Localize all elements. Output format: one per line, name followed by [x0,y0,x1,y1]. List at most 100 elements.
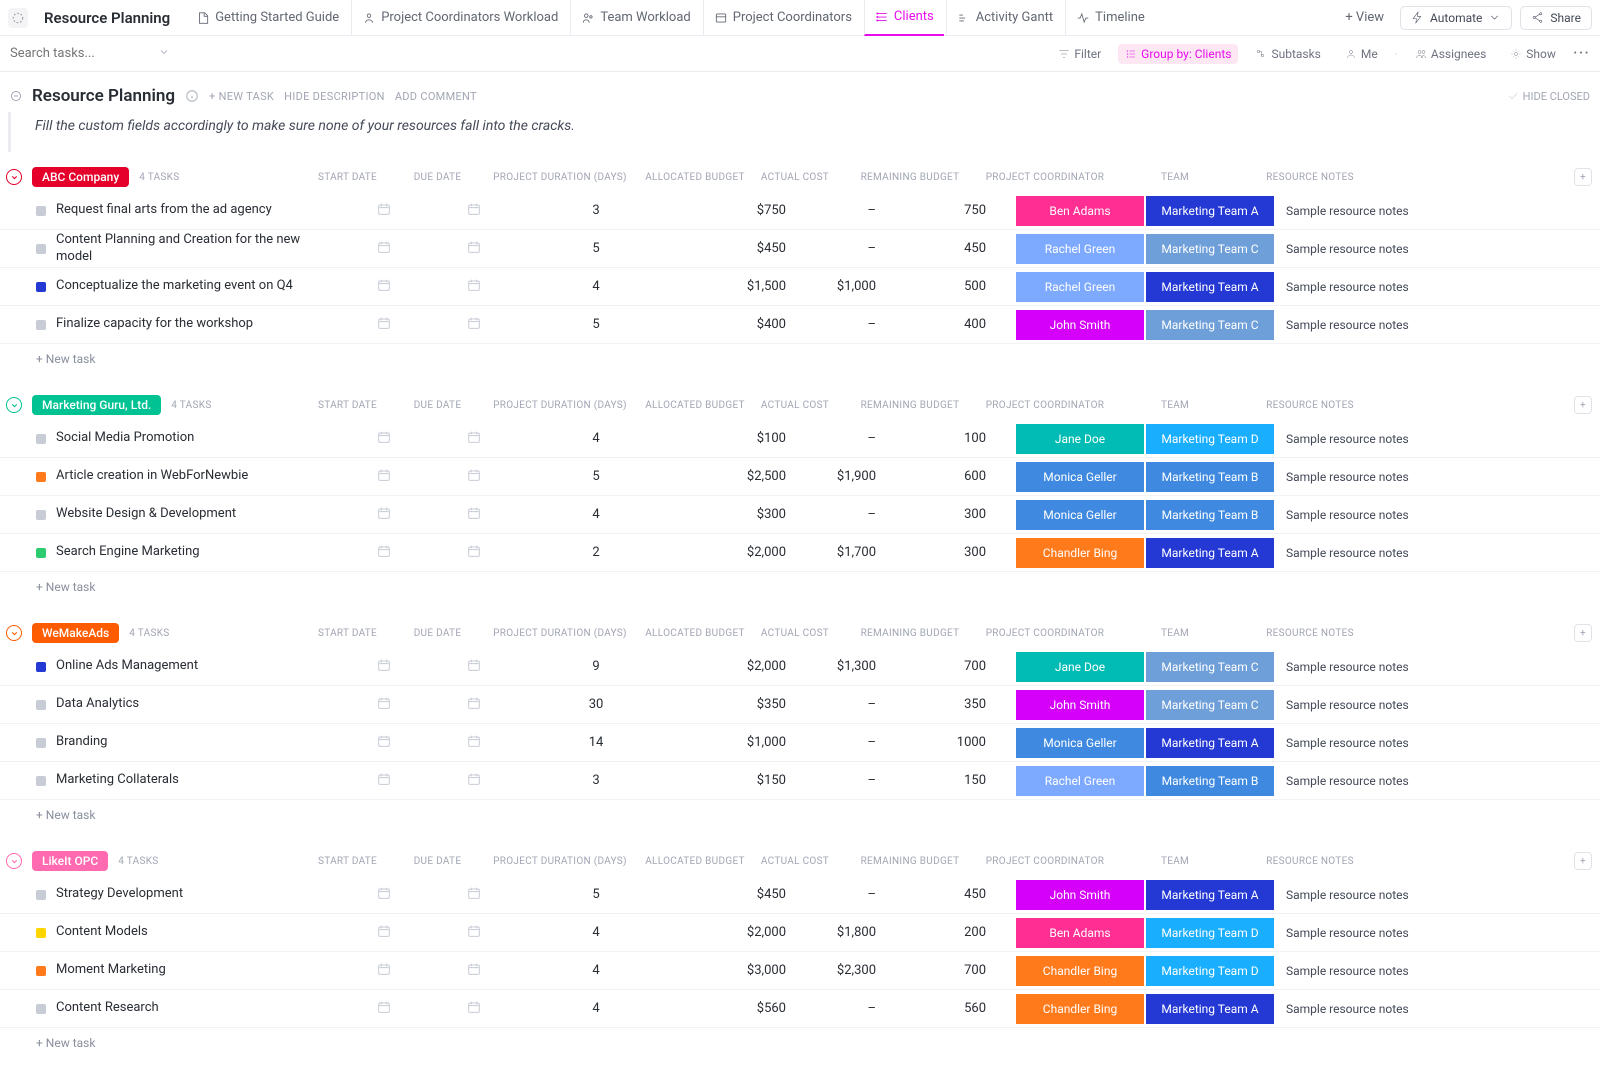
budget-cell[interactable]: $2,500 [676,469,786,484]
duration-cell[interactable]: 4 [516,431,676,446]
budget-cell[interactable]: $3,000 [676,963,786,978]
coordinator-badge[interactable]: Rachel Green [1016,766,1144,796]
coordinator-badge[interactable]: Monica Geller [1016,500,1144,530]
duration-cell[interactable]: 5 [516,241,676,256]
task-name[interactable]: Search Engine Marketing [56,544,336,561]
notes-cell[interactable]: Sample resource notes [1276,432,1446,446]
due-date-cell[interactable] [431,657,516,677]
task-row[interactable]: Moment Marketing4$3,000$2,300700Chandler… [0,952,1600,990]
start-date-cell[interactable] [336,277,431,297]
budget-cell[interactable]: $150 [676,773,786,788]
duration-cell[interactable]: 4 [516,963,676,978]
group-toggle[interactable] [6,397,22,413]
coordinator-badge[interactable]: Rachel Green [1016,272,1144,302]
due-date-cell[interactable] [431,923,516,943]
team-badge[interactable]: Marketing Team A [1146,272,1274,302]
collapse-icon[interactable] [10,90,22,102]
tab-clients[interactable]: Clients [864,0,944,36]
team-badge[interactable]: Marketing Team A [1146,994,1274,1024]
tab-project-coordinators[interactable]: Project Coordinators [703,0,862,36]
notes-cell[interactable]: Sample resource notes [1276,698,1446,712]
task-name[interactable]: Finalize capacity for the workshop [56,316,336,333]
team-badge[interactable]: Marketing Team D [1146,424,1274,454]
status-icon[interactable] [36,472,46,482]
start-date-cell[interactable] [336,543,431,563]
remaining-cell[interactable]: 400 [876,317,1016,332]
task-name[interactable]: Online Ads Management [56,658,336,675]
cost-cell[interactable]: – [786,507,876,522]
group-name[interactable]: WeMakeAds [32,623,119,643]
remaining-cell[interactable]: 1000 [876,735,1016,750]
remaining-cell[interactable]: 600 [876,469,1016,484]
budget-cell[interactable]: $2,000 [676,545,786,560]
remaining-cell[interactable]: 700 [876,963,1016,978]
group-toggle[interactable] [6,169,22,185]
start-date-cell[interactable] [336,695,431,715]
task-row[interactable]: Article creation in WebForNewbie5$2,500$… [0,458,1600,496]
task-row[interactable]: Marketing Collaterals3$150–150Rachel Gre… [0,762,1600,800]
tab-project-coordinators-workload[interactable]: Project Coordinators Workload [351,0,568,36]
notes-cell[interactable]: Sample resource notes [1276,1002,1446,1016]
team-badge[interactable]: Marketing Team B [1146,500,1274,530]
cost-cell[interactable]: – [786,317,876,332]
duration-cell[interactable]: 4 [516,925,676,940]
task-row[interactable]: Online Ads Management9$2,000$1,300700Jan… [0,648,1600,686]
task-row[interactable]: Branding14$1,000–1000Monica GellerMarket… [0,724,1600,762]
notes-cell[interactable]: Sample resource notes [1276,470,1446,484]
team-badge[interactable]: Marketing Team C [1146,234,1274,264]
start-date-cell[interactable] [336,999,431,1019]
start-date-cell[interactable] [336,239,431,259]
coordinator-badge[interactable]: Rachel Green [1016,234,1144,264]
task-name[interactable]: Content Research [56,1000,336,1017]
coordinator-badge[interactable]: Chandler Bing [1016,994,1144,1024]
coordinator-badge[interactable]: Jane Doe [1016,652,1144,682]
cost-cell[interactable]: $1,300 [786,659,876,674]
start-date-cell[interactable] [336,201,431,221]
task-row[interactable]: Finalize capacity for the workshop5$400–… [0,306,1600,344]
budget-cell[interactable]: $100 [676,431,786,446]
team-badge[interactable]: Marketing Team B [1146,462,1274,492]
notes-cell[interactable]: Sample resource notes [1276,204,1446,218]
remaining-cell[interactable]: 150 [876,773,1016,788]
budget-cell[interactable]: $300 [676,507,786,522]
notes-cell[interactable]: Sample resource notes [1276,508,1446,522]
due-date-cell[interactable] [431,505,516,525]
budget-cell[interactable]: $450 [676,241,786,256]
start-date-cell[interactable] [336,885,431,905]
remaining-cell[interactable]: 450 [876,887,1016,902]
notes-cell[interactable]: Sample resource notes [1276,888,1446,902]
duration-cell[interactable]: 4 [516,507,676,522]
status-icon[interactable] [36,320,46,330]
start-date-cell[interactable] [336,429,431,449]
team-badge[interactable]: Marketing Team C [1146,652,1274,682]
duration-cell[interactable]: 5 [516,887,676,902]
team-badge[interactable]: Marketing Team C [1146,690,1274,720]
add-column-button[interactable]: + [1574,624,1592,642]
add-comment-link[interactable]: ADD COMMENT [395,90,477,103]
remaining-cell[interactable]: 350 [876,697,1016,712]
task-row[interactable]: Social Media Promotion4$100–100Jane DoeM… [0,420,1600,458]
due-date-cell[interactable] [431,277,516,297]
notes-cell[interactable]: Sample resource notes [1276,774,1446,788]
remaining-cell[interactable]: 200 [876,925,1016,940]
task-name[interactable]: Content Planning and Creation for the ne… [56,232,336,266]
status-icon[interactable] [36,244,46,254]
hide-closed-button[interactable]: HIDE CLOSED [1507,90,1590,103]
budget-cell[interactable]: $2,000 [676,925,786,940]
notes-cell[interactable]: Sample resource notes [1276,926,1446,940]
due-date-cell[interactable] [431,315,516,335]
me-button[interactable]: Me [1338,44,1385,64]
due-date-cell[interactable] [431,239,516,259]
search-input[interactable] [10,46,150,61]
group-toggle[interactable] [6,625,22,641]
task-row[interactable]: Website Design & Development4$300–300Mon… [0,496,1600,534]
duration-cell[interactable]: 3 [516,203,676,218]
team-badge[interactable]: Marketing Team A [1146,538,1274,568]
start-date-cell[interactable] [336,315,431,335]
team-badge[interactable]: Marketing Team A [1146,880,1274,910]
cost-cell[interactable]: – [786,1001,876,1016]
status-icon[interactable] [36,548,46,558]
coordinator-badge[interactable]: Ben Adams [1016,918,1144,948]
due-date-cell[interactable] [431,429,516,449]
add-column-button[interactable]: + [1574,852,1592,870]
